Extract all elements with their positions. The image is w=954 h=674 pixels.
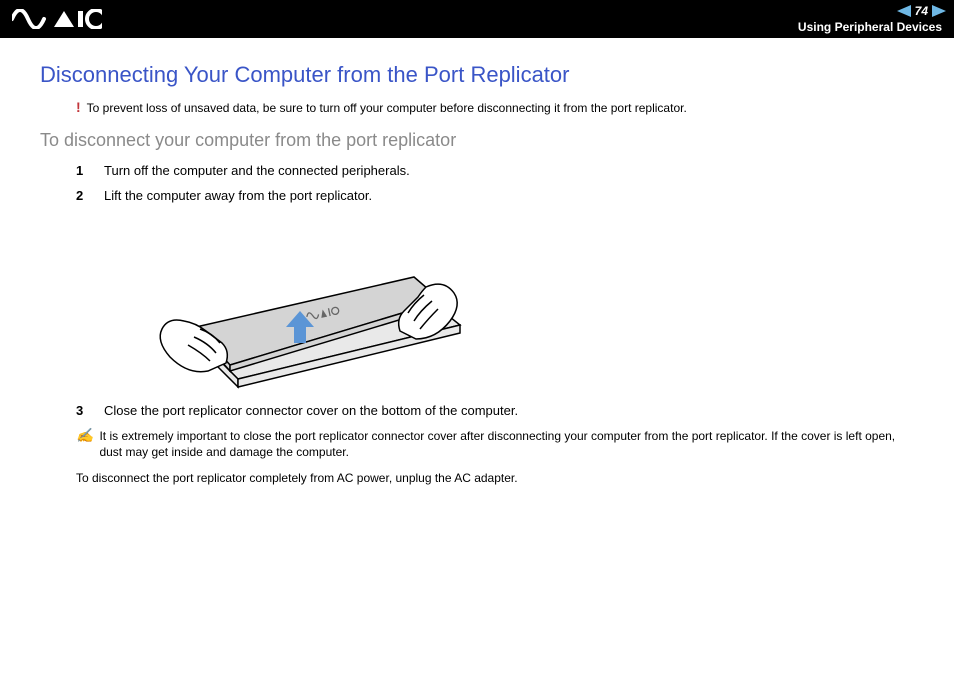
steps-list-cont: 3 Close the port replicator connector co… [76, 401, 914, 422]
page-body: Disconnecting Your Computer from the Por… [0, 38, 954, 516]
step-text: Turn off the computer and the connected … [104, 161, 410, 182]
final-paragraph: To disconnect the port replicator comple… [76, 470, 914, 486]
page-heading: Disconnecting Your Computer from the Por… [40, 62, 914, 88]
section-title: Using Peripheral Devices [798, 20, 942, 34]
warning-callout: ! To prevent loss of unsaved data, be su… [76, 100, 914, 116]
step-number: 3 [76, 401, 88, 422]
list-item: 1 Turn off the computer and the connecte… [76, 161, 914, 182]
procedure-subheading: To disconnect your computer from the por… [40, 130, 914, 151]
step-text: Close the port replicator connector cove… [104, 401, 518, 422]
list-item: 2 Lift the computer away from the port r… [76, 186, 914, 207]
header-right: 74 Using Peripheral Devices [798, 4, 946, 34]
page-number: 74 [915, 4, 928, 18]
next-page-arrow-icon[interactable] [932, 5, 946, 17]
warning-icon: ! [76, 100, 81, 114]
step-number: 1 [76, 161, 88, 182]
list-item: 3 Close the port replicator connector co… [76, 401, 914, 422]
illustration [130, 221, 914, 391]
warning-text: To prevent loss of unsaved data, be sure… [87, 100, 687, 116]
step-number: 2 [76, 186, 88, 207]
vaio-logo [12, 9, 102, 29]
note-callout: ✍ It is extremely important to close the… [76, 428, 914, 460]
step-text: Lift the computer away from the port rep… [104, 186, 372, 207]
note-text: It is extremely important to close the p… [99, 428, 914, 460]
prev-page-arrow-icon[interactable] [897, 5, 911, 17]
steps-list: 1 Turn off the computer and the connecte… [76, 161, 914, 207]
header-bar: 74 Using Peripheral Devices [0, 0, 954, 38]
page-navigation: 74 [897, 4, 946, 18]
note-icon: ✍ [76, 428, 93, 442]
